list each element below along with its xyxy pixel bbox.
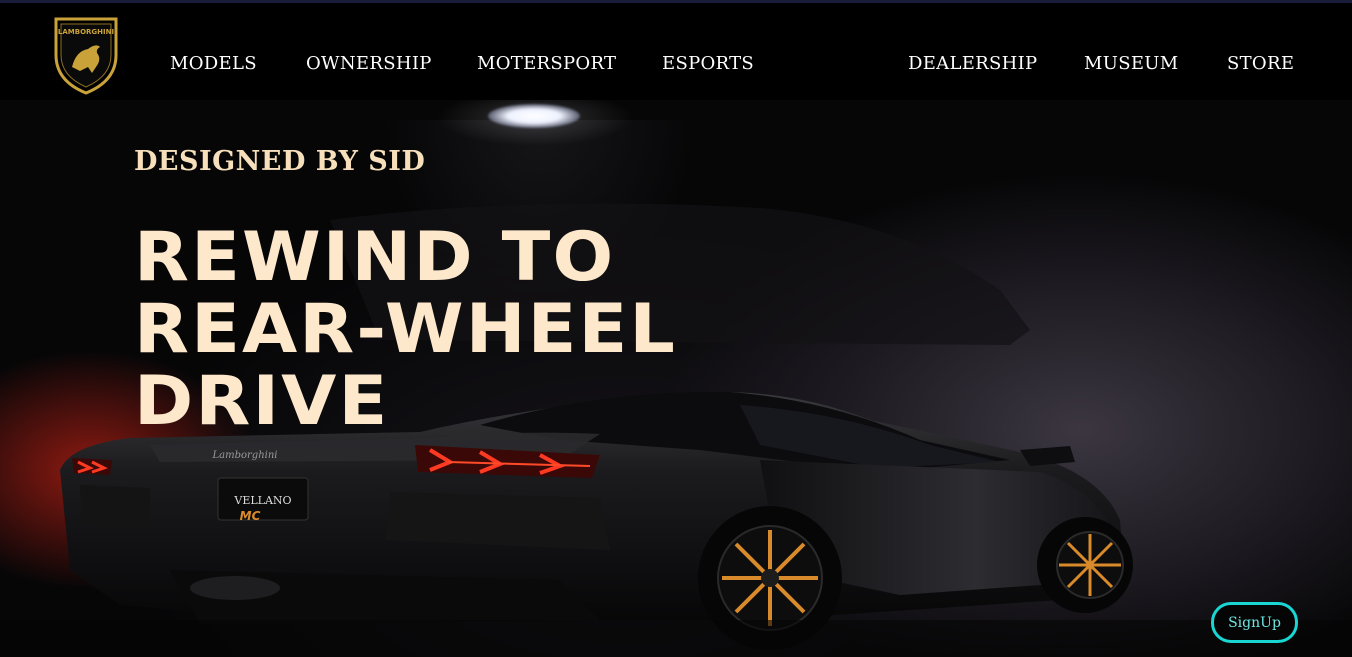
nav-item-ownership[interactable]: OWNERSHIP [306,53,432,74]
nav-item-motersport[interactable]: MOTERSPORT [477,53,616,74]
hero-headline: REWIND TO REAR-WHEEL DRIVE [134,222,785,438]
signup-button[interactable]: SignUp [1211,602,1298,643]
top-nav-bar: LAMBORGHINI MODELS OWNERSHIP MOTERSPORT … [0,3,1352,100]
nav-item-dealership[interactable]: DEALERSHIP [908,53,1037,74]
logo-text: LAMBORGHINI [58,28,114,36]
svg-text:MC: MC [240,509,261,523]
badge-text: Lamborghini [212,450,278,461]
nav-item-models[interactable]: MODELS [170,53,257,74]
headline-line-2: REAR-WHEEL [134,290,677,369]
nav-item-museum[interactable]: MUSEUM [1084,53,1178,74]
headline-line-3: DRIVE [134,362,390,441]
nav-item-store[interactable]: STORE [1227,53,1294,74]
nav-item-esports[interactable]: ESPORTS [662,53,754,74]
headline-line-1: REWIND TO [134,218,616,297]
plate-text: VELLANO [233,494,291,507]
lamborghini-logo-icon[interactable]: LAMBORGHINI [50,15,122,95]
hero-kicker: DESIGNED BY SID [134,146,426,177]
